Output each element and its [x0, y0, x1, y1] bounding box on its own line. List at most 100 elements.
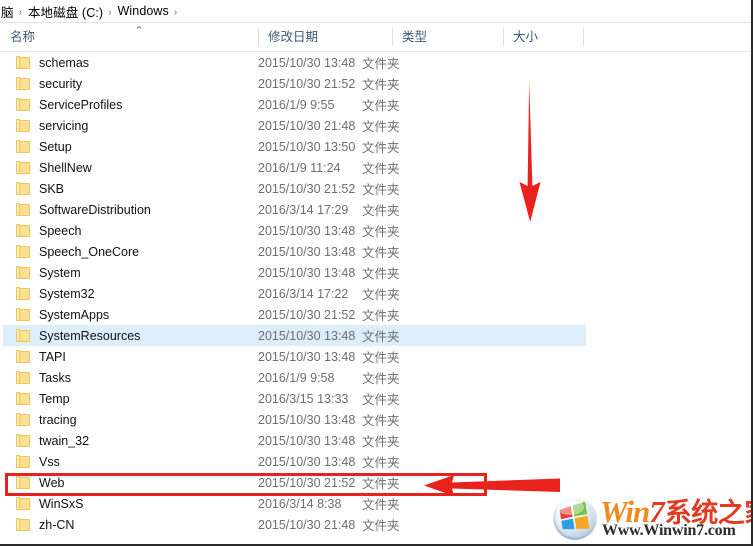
- cell-type: 文件夹: [362, 393, 400, 407]
- breadcrumb-item-local-disk[interactable]: 本地磁盘 (C:): [28, 2, 103, 21]
- cell-date-modified: 2016/3/14 8:38: [258, 496, 342, 511]
- table-row[interactable]: Setup 2015/10/30 13:50 文件夹: [3, 136, 586, 157]
- cell-type: 文件夹: [362, 498, 400, 512]
- cell-type: 文件夹: [362, 267, 400, 281]
- cell-name: System32: [39, 286, 95, 301]
- cell-type: 文件夹: [362, 246, 400, 260]
- column-header-name[interactable]: 名称: [0, 23, 258, 51]
- cell-type: 文件夹: [362, 414, 400, 428]
- table-row[interactable]: schemas 2015/10/30 13:48 文件夹: [3, 52, 586, 73]
- folder-icon: [16, 455, 30, 468]
- column-header-date-modified[interactable]: 修改日期: [258, 23, 392, 51]
- breadcrumb-item-windows[interactable]: Windows: [118, 4, 169, 18]
- cell-date-modified: 2015/10/30 13:48: [258, 244, 356, 259]
- cell-name: security: [39, 76, 83, 91]
- cell-name: Temp: [39, 391, 70, 406]
- table-row[interactable]: ServiceProfiles 2016/1/9 9:55 文件夹: [3, 94, 586, 115]
- cell-name: Vss: [39, 454, 60, 469]
- cell-date-modified: 2015/10/30 13:48: [258, 328, 356, 343]
- cell-date-modified: 2015/10/30 13:48: [258, 433, 356, 448]
- cell-date-modified: 2015/10/30 21:52: [258, 76, 356, 91]
- cell-date-modified: 2015/10/30 21:52: [258, 181, 356, 196]
- cell-name: Speech: [39, 223, 82, 238]
- breadcrumb-item-computer[interactable]: 脑: [1, 2, 14, 21]
- folder-icon: [16, 140, 30, 153]
- cell-date-modified: 2015/10/30 13:48: [258, 454, 356, 469]
- folder-icon: [16, 56, 30, 69]
- table-row[interactable]: WinSxS 2016/3/14 8:38 文件夹: [3, 493, 586, 514]
- folder-icon: [16, 77, 30, 90]
- table-row[interactable]: Speech 2015/10/30 13:48 文件夹: [3, 220, 586, 241]
- cell-date-modified: 2015/10/30 13:48: [258, 412, 356, 427]
- cell-name: Setup: [39, 139, 72, 154]
- table-row[interactable]: zh-CN 2015/10/30 21:48 文件夹: [3, 514, 586, 535]
- cell-name: twain_32: [39, 433, 90, 448]
- cell-type: 文件夹: [362, 183, 400, 197]
- column-header-row: ⌃ 名称 修改日期 类型 大小: [0, 23, 751, 51]
- cell-type: 文件夹: [362, 162, 400, 176]
- folder-icon: [16, 161, 30, 174]
- cell-date-modified: 2015/10/30 21:52: [258, 475, 356, 490]
- column-divider[interactable]: [583, 28, 584, 46]
- cell-date-modified: 2016/1/9 9:55: [258, 97, 335, 112]
- cell-type: 文件夹: [362, 141, 400, 155]
- table-row[interactable]: Temp 2016/3/15 13:33 文件夹: [3, 388, 586, 409]
- table-row[interactable]: SystemResources 2015/10/30 13:48 文件夹: [3, 325, 586, 346]
- cell-name: Speech_OneCore: [39, 244, 140, 259]
- cell-date-modified: 2015/10/30 21:48: [258, 517, 356, 532]
- cell-type: 文件夹: [362, 120, 400, 134]
- cell-type: 文件夹: [362, 99, 400, 113]
- table-row[interactable]: System32 2016/3/14 17:22 文件夹: [3, 283, 586, 304]
- table-row[interactable]: twain_32 2015/10/30 13:48 文件夹: [3, 430, 586, 451]
- folder-icon: [16, 350, 30, 363]
- cell-date-modified: 2016/3/15 13:33: [258, 391, 349, 406]
- cell-type: 文件夹: [362, 225, 400, 239]
- table-row[interactable]: security 2015/10/30 21:52 文件夹: [3, 73, 586, 94]
- cell-type: 文件夹: [362, 78, 400, 92]
- cell-name: SystemResources: [39, 328, 141, 343]
- table-row[interactable]: Vss 2015/10/30 13:48 文件夹: [3, 451, 586, 472]
- folder-icon: [16, 329, 30, 342]
- cell-date-modified: 2015/10/30 21:52: [258, 307, 356, 322]
- table-row[interactable]: TAPI 2015/10/30 13:48 文件夹: [3, 346, 586, 367]
- folder-icon: [16, 392, 30, 405]
- cell-name: System: [39, 265, 81, 280]
- cell-type: 文件夹: [362, 351, 400, 365]
- column-header-size[interactable]: 大小: [503, 23, 583, 51]
- cell-date-modified: 2015/10/30 21:48: [258, 118, 356, 133]
- folder-icon: [16, 98, 30, 111]
- cell-type: 文件夹: [362, 330, 400, 344]
- cell-name: SoftwareDistribution: [39, 202, 151, 217]
- table-row[interactable]: SKB 2015/10/30 21:52 文件夹: [3, 178, 586, 199]
- table-row[interactable]: SystemApps 2015/10/30 21:52 文件夹: [3, 304, 586, 325]
- table-row[interactable]: servicing 2015/10/30 21:48 文件夹: [3, 115, 586, 136]
- cell-date-modified: 2015/10/30 13:48: [258, 349, 356, 364]
- folder-icon: [16, 245, 30, 258]
- folder-icon: [16, 434, 30, 447]
- cell-name: ServiceProfiles: [39, 97, 123, 112]
- explorer-window: 脑 › 本地磁盘 (C:) › Windows › ⌃ 名称 修改日期 类型 大…: [0, 0, 753, 546]
- cell-name: SKB: [39, 181, 65, 196]
- breadcrumb[interactable]: 脑 › 本地磁盘 (C:) › Windows ›: [0, 0, 751, 22]
- table-row[interactable]: Web 2015/10/30 21:52 文件夹: [3, 472, 586, 493]
- folder-icon: [16, 308, 30, 321]
- folder-icon: [16, 224, 30, 237]
- table-row[interactable]: Speech_OneCore 2015/10/30 13:48 文件夹: [3, 241, 586, 262]
- table-row[interactable]: ShellNew 2016/1/9 11:24 文件夹: [3, 157, 586, 178]
- table-row[interactable]: Tasks 2016/1/9 9:58 文件夹: [3, 367, 586, 388]
- cell-type: 文件夹: [362, 372, 400, 386]
- folder-icon: [16, 518, 30, 531]
- folder-icon: [16, 203, 30, 216]
- cell-type: 文件夹: [362, 519, 400, 533]
- cell-type: 文件夹: [362, 435, 400, 449]
- table-row[interactable]: SoftwareDistribution 2016/3/14 17:29 文件夹: [3, 199, 586, 220]
- cell-name: SystemApps: [39, 307, 110, 322]
- file-list[interactable]: schemas 2015/10/30 13:48 文件夹 security 2015/1…: [0, 52, 751, 542]
- table-row[interactable]: System 2015/10/30 13:48 文件夹: [3, 262, 586, 283]
- chevron-right-icon[interactable]: ›: [169, 7, 183, 18]
- table-row[interactable]: tracing 2015/10/30 13:48 文件夹: [3, 409, 586, 430]
- cell-date-modified: 2016/3/14 17:29: [258, 202, 349, 217]
- folder-icon: [16, 119, 30, 132]
- column-header-type[interactable]: 类型: [392, 23, 503, 51]
- folder-icon: [16, 476, 30, 489]
